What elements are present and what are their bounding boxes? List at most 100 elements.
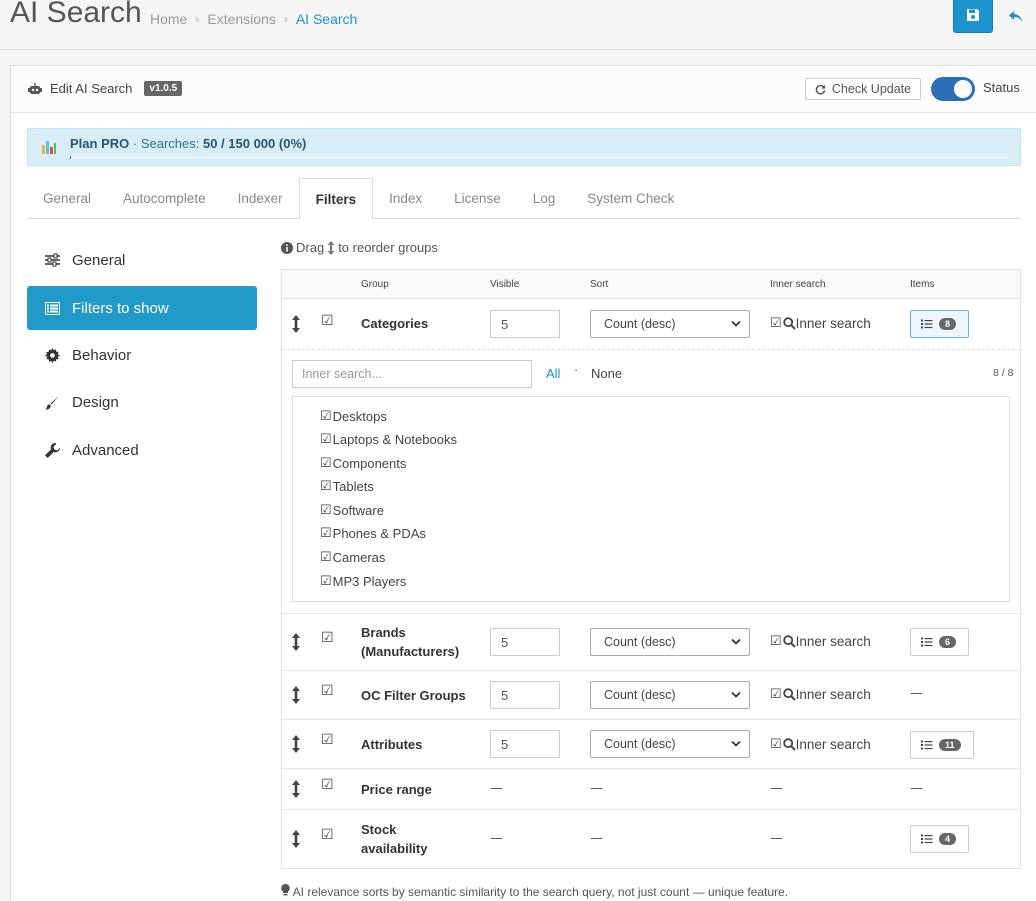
tab-filters[interactable]: Filters [298, 178, 374, 220]
item-checkbox[interactable]: ☑ [320, 525, 332, 541]
sidenav-item-advanced[interactable]: Advanced [27, 428, 257, 472]
group-name-line1: Brands [361, 625, 406, 640]
items-count-badge: 6 [939, 636, 957, 648]
item-label: Tablets [332, 478, 374, 494]
sidenav-item-behavior[interactable]: Behavior [27, 333, 257, 377]
sort-select[interactable]: Count (desc) [590, 681, 750, 709]
sidenav-item-design[interactable]: Design [27, 380, 257, 424]
col-header-items: Items [910, 279, 935, 290]
sidenav-item-general[interactable]: General [27, 238, 257, 282]
col-header-visible: Visible [490, 279, 520, 290]
breadcrumb-current[interactable]: AI Search [296, 11, 357, 27]
list-item[interactable]: ☑ MP3 Players [320, 573, 406, 589]
enable-checkbox[interactable]: ☑ [321, 827, 334, 843]
list-item[interactable]: ☑ Software [320, 502, 384, 518]
col-header-group: Group [361, 279, 389, 290]
search-icon [782, 687, 796, 701]
inner-search-input[interactable]: Inner search... [292, 360, 532, 388]
tab-general[interactable]: General [27, 178, 107, 219]
visible-input[interactable]: 5 [490, 681, 560, 709]
drag-handle[interactable] [290, 632, 302, 652]
item-checkbox[interactable]: ☑ [320, 573, 332, 589]
plan-name: Plan PRO [70, 136, 130, 151]
tab-system-check[interactable]: System Check [571, 178, 690, 219]
sort-select-value: Count (desc) [604, 635, 676, 649]
items-button[interactable]: 4 [910, 825, 969, 853]
list-item[interactable]: ☑ Phones & PDAs [320, 525, 426, 541]
drag-handle[interactable] [290, 314, 302, 334]
list-item[interactable]: ☑ Laptops & Notebooks [320, 431, 457, 447]
inner-search-checkbox[interactable]: ☑ [770, 633, 782, 649]
status-toggle[interactable] [931, 77, 975, 101]
enable-checkbox[interactable]: ☑ [321, 630, 334, 646]
list-item[interactable]: ☑ Components [320, 455, 406, 471]
item-checkbox[interactable]: ☑ [320, 478, 332, 494]
select-none-link[interactable]: None [591, 366, 622, 381]
status-label: Status [983, 80, 1020, 95]
enable-checkbox[interactable]: ☑ [321, 732, 334, 748]
tab-autocomplete[interactable]: Autocomplete [107, 178, 222, 219]
sort-select[interactable]: Count (desc) [590, 628, 750, 656]
group-name-line1: OC Filter Groups [361, 688, 466, 703]
select-all-link[interactable]: All [546, 366, 560, 381]
check-update-button[interactable]: Check Update [805, 78, 921, 100]
breadcrumb-separator: › [195, 12, 200, 26]
item-checkbox[interactable]: ☑ [320, 549, 332, 565]
back-button[interactable] [1004, 6, 1028, 28]
breadcrumb-home[interactable]: Home [150, 11, 187, 27]
search-icon [782, 316, 796, 330]
breadcrumb-extensions[interactable]: Extensions [207, 11, 275, 27]
item-label: MP3 Players [332, 573, 407, 589]
breadcrumb-separator: › [283, 12, 288, 26]
save-button[interactable] [953, 0, 993, 33]
enable-checkbox[interactable]: ☑ [321, 777, 334, 793]
group-name-line1: Price range [361, 782, 432, 797]
visible-empty: — [490, 781, 503, 796]
drag-handle[interactable] [290, 734, 302, 754]
inner-search-checkbox[interactable]: ☑ [770, 686, 782, 702]
items-button[interactable]: 6 [910, 628, 969, 656]
vertical-arrows-icon [292, 780, 300, 798]
sidenav-item-filters-to-show[interactable]: Filters to show [27, 286, 257, 330]
tab-log[interactable]: Log [517, 178, 572, 219]
footnote-text: AI relevance sorts by semantic similarit… [292, 885, 789, 899]
drag-handle[interactable] [290, 779, 302, 799]
inner-search-checkbox[interactable]: ☑ [770, 736, 782, 752]
row-divider [282, 809, 1020, 810]
inner-search-toggle[interactable]: ☑ Inner search [770, 315, 871, 331]
chevron-down-icon [731, 320, 741, 327]
item-checkbox[interactable]: ☑ [320, 455, 332, 471]
group-name: OC Filter Groups [361, 686, 466, 705]
inner-search-checkbox[interactable]: ☑ [770, 315, 782, 331]
tab-index[interactable]: Index [373, 178, 438, 219]
row-divider [282, 670, 1020, 671]
items-button[interactable]: 11 [910, 731, 974, 759]
drag-hint: Drag to reorder groups [281, 240, 438, 255]
inner-search-toggle[interactable]: ☑ Inner search [770, 633, 871, 649]
list-item[interactable]: ☑ Desktops [320, 408, 387, 424]
enable-checkbox[interactable]: ☑ [321, 313, 334, 329]
list-item[interactable]: ☑ Tablets [320, 478, 374, 494]
usage-progress-bar [70, 156, 1008, 159]
item-checkbox[interactable]: ☑ [320, 408, 332, 424]
visible-input[interactable]: 5 [490, 628, 560, 656]
inner-search-toggle[interactable]: ☑ Inner search [770, 686, 871, 702]
vertical-arrows-icon [292, 686, 300, 704]
sort-select[interactable]: Count (desc) [590, 730, 750, 758]
items-button[interactable]: 8 [910, 310, 969, 338]
tab-license[interactable]: License [438, 178, 517, 219]
item-checkbox[interactable]: ☑ [320, 502, 332, 518]
list-item[interactable]: ☑ Cameras [320, 549, 385, 565]
drag-handle[interactable] [290, 829, 302, 849]
enable-checkbox[interactable]: ☑ [321, 683, 334, 699]
inner-search-toggle[interactable]: ☑ Inner search [770, 736, 871, 752]
search-icon [782, 634, 796, 648]
sort-select[interactable]: Count (desc) [590, 310, 750, 338]
tab-indexer[interactable]: Indexer [222, 178, 299, 219]
row-divider [282, 768, 1020, 769]
visible-input[interactable]: 5 [490, 730, 560, 758]
drag-handle[interactable] [290, 685, 302, 705]
visible-input[interactable]: 5 [490, 310, 560, 338]
group-name-line1: Stock [361, 822, 397, 837]
item-checkbox[interactable]: ☑ [320, 431, 332, 447]
